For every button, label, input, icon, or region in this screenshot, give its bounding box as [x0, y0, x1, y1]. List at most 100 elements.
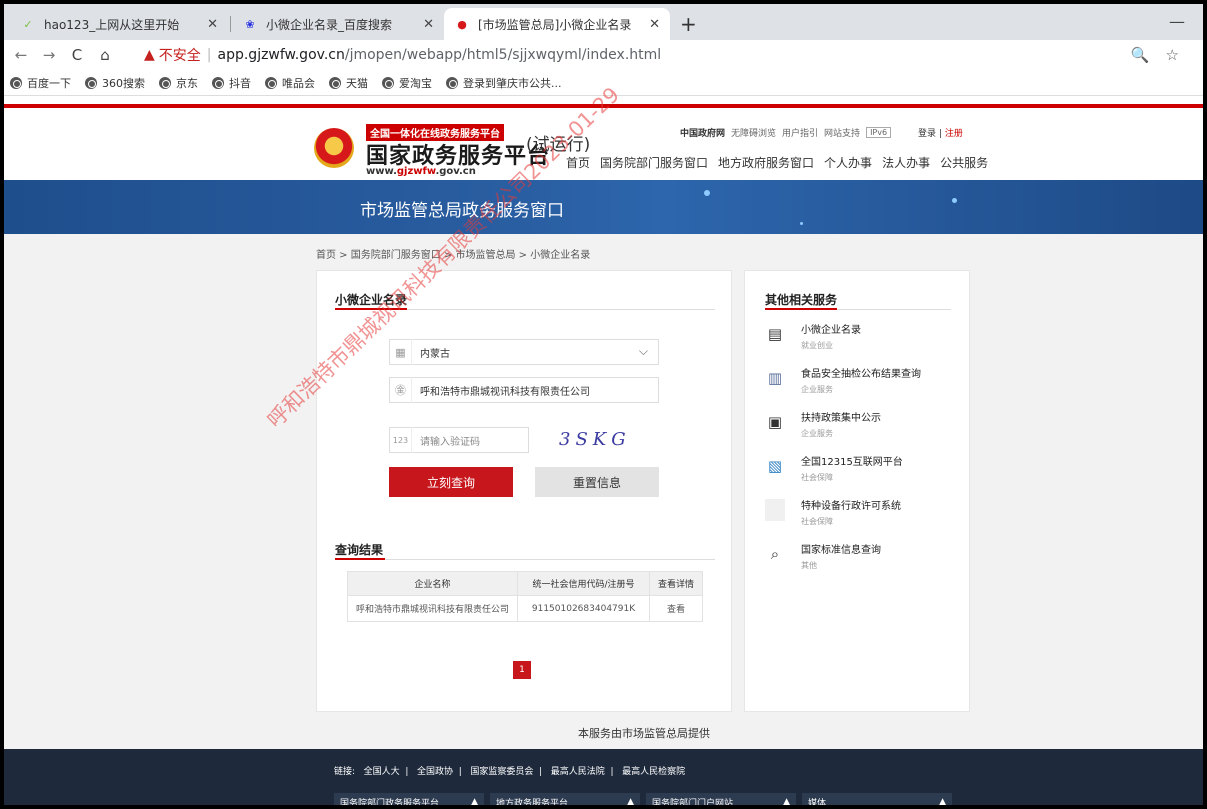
service-name: 特种设备行政许可系统: [801, 501, 901, 512]
accessible-link[interactable]: 无障碍浏览: [731, 126, 776, 139]
hao123-icon: ✓: [23, 17, 33, 31]
globe-icon: [159, 76, 171, 89]
nav-legal-entity[interactable]: 法人办事: [882, 154, 930, 171]
url-separator: |: [206, 47, 212, 63]
bookmark-item[interactable]: 抖音: [212, 75, 251, 91]
company-icon: ㊎: [390, 377, 412, 403]
footer-select[interactable]: 国务院部门政务服务平台 ▲: [334, 793, 484, 805]
footer-link[interactable]: 最高人民法院: [551, 767, 605, 777]
service-name: 食品安全抽检公布结果查询: [801, 369, 921, 380]
captcha-input[interactable]: 123 请输入验证码: [389, 427, 529, 453]
related-section-title: 其他相关服务: [765, 293, 838, 307]
service-item[interactable]: ▤ 小微企业名录 就业创业: [765, 321, 965, 361]
captcha-image[interactable]: 3SKG: [559, 429, 631, 450]
breadcrumb[interactable]: 首页 > 国务院部门服务窗口 > 市场监管总局 > 小微企业名录: [316, 246, 590, 261]
nav-home[interactable]: 首页: [566, 154, 590, 171]
footer-link[interactable]: 全国政协: [417, 767, 453, 777]
page-content: 全国一体化在线政务服务平台 国家政务服务平台 www.gjzwfw.gov.cn…: [4, 104, 1203, 805]
related-services-panel: 其他相关服务 ▤ 小微企业名录 就业创业 ▥ 食品安全抽检公布结果查询 企业服务…: [744, 270, 970, 712]
tab-bar: ✓ hao123_上网从这里开始 ✕ ❀ 小微企业名录_百度搜索 ✕ ● [市场…: [4, 4, 1203, 40]
footer-select[interactable]: 地方政务服务平台 ▲: [490, 793, 640, 805]
main-nav: 首页 国务院部门服务窗口 地方政府服务窗口 个人办事 法人办事 公共服务: [566, 154, 988, 171]
url-domain: app.gjzwfw.gov.cn: [217, 47, 345, 63]
forward-button[interactable]: →: [38, 46, 60, 64]
bookmark-item[interactable]: 360搜索: [85, 75, 145, 91]
home-button[interactable]: ⌂: [94, 46, 116, 64]
service-item[interactable]: ▥ 食品安全抽检公布结果查询 企业服务: [765, 365, 965, 405]
service-name: 扶持政策集中公示: [801, 413, 881, 424]
bookmark-item[interactable]: 京东: [159, 75, 198, 91]
open-book-icon: ▣: [767, 413, 783, 431]
grid-icon: ▦: [390, 339, 412, 365]
bookmark-item[interactable]: 登录到肇庆市公共...: [446, 75, 562, 91]
bookmark-item[interactable]: 天猫: [329, 75, 368, 91]
support-link[interactable]: 网站支持: [824, 126, 860, 139]
close-icon[interactable]: ✕: [207, 17, 218, 32]
banner-title: 市场监管总局政务服务窗口: [360, 201, 564, 221]
service-item[interactable]: ⌕ 国家标准信息查询 其他: [765, 541, 965, 581]
ipv6-badge: IPv6: [866, 127, 892, 138]
site-url: www.gjzwfw.gov.cn: [366, 166, 476, 177]
footer-select[interactable]: 媒体 ▲: [802, 793, 952, 805]
footer-link[interactable]: 国家监察委员会: [470, 767, 533, 777]
company-name-input[interactable]: ㊎ 呼和浩特市鼎城视讯科技有限责任公司: [389, 377, 659, 403]
reload-button[interactable]: C: [66, 46, 88, 64]
nav-state-departments[interactable]: 国务院部门服务窗口: [600, 154, 708, 171]
footer-link[interactable]: 最高人民检察院: [622, 767, 685, 777]
service-item[interactable]: ▣ 扶持政策集中公示 企业服务: [765, 409, 965, 449]
baidu-paw-icon: ❀: [245, 17, 255, 31]
building-icon: ▥: [767, 369, 783, 387]
submit-button[interactable]: 立刻查询: [389, 467, 513, 497]
tab-label: [市场监管总局]小微企业名录: [478, 17, 632, 32]
captcha-placeholder: 请输入验证码: [420, 436, 480, 448]
banner-decoration: [952, 198, 957, 203]
service-name: 全国12315互联网平台: [801, 457, 903, 468]
bookmark-item[interactable]: 爱淘宝: [382, 75, 432, 91]
bookmarks-bar: 百度一下 360搜索 京东 抖音 唯品会 天猫 爱淘宝 登录到肇庆市公共...: [4, 70, 1203, 96]
back-button[interactable]: ←: [10, 46, 32, 64]
minimize-button[interactable]: —: [1169, 12, 1185, 31]
results-section-title: 查询结果: [335, 543, 384, 557]
site-header: 全国一体化在线政务服务平台 国家政务服务平台 www.gjzwfw.gov.cn…: [4, 108, 1203, 180]
banner-decoration: [800, 222, 803, 225]
reset-button[interactable]: 重置信息: [535, 467, 659, 497]
nav-public-services[interactable]: 公共服务: [940, 154, 988, 171]
nav-personal[interactable]: 个人办事: [824, 154, 872, 171]
footer-select[interactable]: 国务院部门门户网站 ▲: [646, 793, 796, 805]
close-icon[interactable]: ✕: [423, 17, 434, 32]
guide-link[interactable]: 用户指引: [782, 126, 818, 139]
provided-by: 本服务由市场监管总局提供: [578, 727, 710, 740]
new-tab-button[interactable]: +: [680, 12, 697, 36]
region-select[interactable]: ▦ 内蒙古 ⌵: [389, 339, 659, 365]
tab-label: hao123_上网从这里开始: [44, 17, 180, 32]
service-item[interactable]: 特种设备行政许可系统 社会保障: [765, 497, 965, 537]
tab-hao123[interactable]: ✓ hao123_上网从这里开始 ✕: [10, 8, 228, 40]
service-category: 企业服务: [801, 429, 833, 438]
page-button[interactable]: 1: [513, 661, 531, 679]
close-icon[interactable]: ✕: [649, 17, 660, 32]
register-link[interactable]: 注册: [945, 129, 963, 139]
company-name-cell: 呼和浩特市鼎城视讯科技有限责任公司: [347, 595, 518, 622]
footer-link[interactable]: 全国人大: [364, 767, 400, 777]
view-details-link[interactable]: 查看: [649, 595, 703, 622]
globe-icon: [10, 76, 22, 89]
national-emblem-logo: [314, 128, 354, 168]
bookmark-item[interactable]: 百度一下: [10, 75, 71, 91]
monitor-chart-icon: ▧: [767, 457, 783, 475]
tab-active[interactable]: ● [市场监管总局]小微企业名录 ✕: [444, 8, 670, 40]
service-item[interactable]: ▧ 全国12315互联网平台 社会保障: [765, 453, 965, 493]
zoom-star-icon[interactable]: 🔍☆: [1131, 46, 1195, 64]
service-category: 就业创业: [801, 341, 833, 350]
top-links: 中国政府网 无障碍浏览 用户指引 网站支持 IPv6: [680, 126, 892, 139]
nav-local-government[interactable]: 地方政府服务窗口: [718, 154, 814, 171]
banner-decoration: [704, 190, 710, 196]
gov-link[interactable]: 中国政府网: [680, 126, 725, 139]
url-field[interactable]: ▲ 不安全 | app.gjzwfw.gov.cn /jmopen/webapp…: [144, 40, 661, 70]
bookmark-item[interactable]: 唯品会: [265, 75, 315, 91]
chevron-down-icon: ⌵: [638, 344, 648, 358]
login-link[interactable]: 登录: [918, 129, 936, 139]
tab-baidu[interactable]: ❀ 小微企业名录_百度搜索 ✕: [232, 8, 444, 40]
globe-icon: [85, 76, 97, 89]
table-header-row: 企业名称 统一社会信用代码/注册号 查看详情: [347, 571, 703, 596]
security-label[interactable]: 不安全: [159, 45, 201, 65]
